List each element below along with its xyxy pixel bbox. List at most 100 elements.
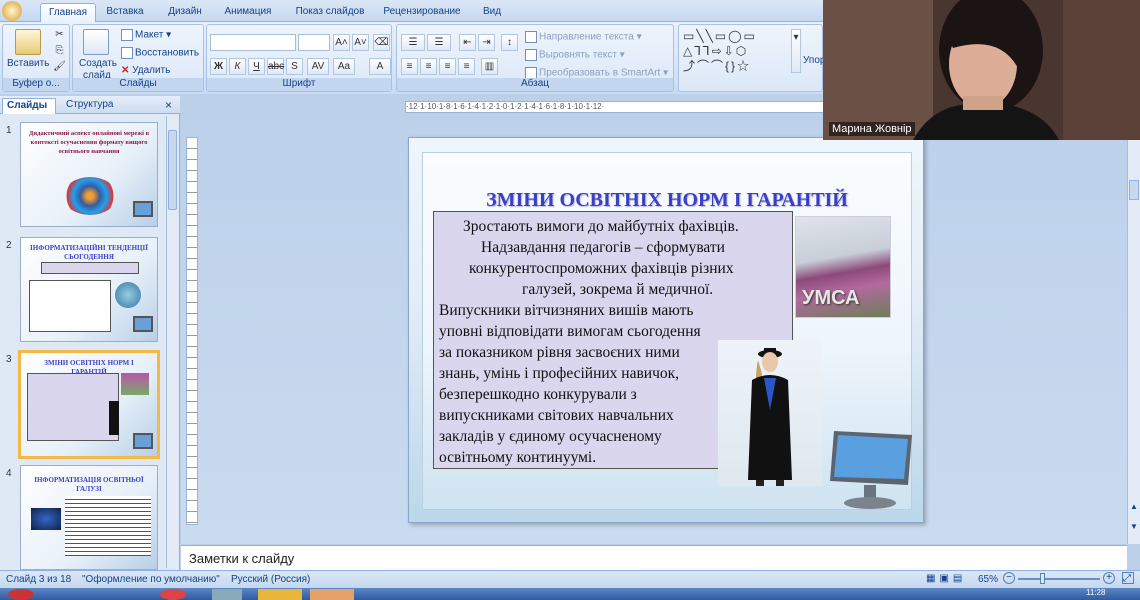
close-panel-icon[interactable]: ×	[165, 98, 172, 112]
taskbar-app[interactable]	[160, 589, 186, 600]
paste-button[interactable]: Вставить	[7, 58, 49, 69]
text-direction-label: Направление текста	[539, 31, 634, 43]
tab-review[interactable]: Рецензирование	[378, 3, 466, 22]
start-button[interactable]	[8, 589, 34, 600]
zoom-level[interactable]: 65%	[978, 574, 998, 585]
case-button[interactable]: Aa	[333, 58, 355, 75]
taskbar-app[interactable]	[258, 589, 302, 600]
office-button[interactable]	[2, 1, 22, 21]
next-slide-icon[interactable]: ▼▼	[1130, 522, 1140, 531]
tab-outline[interactable]: Структура	[66, 99, 113, 110]
participant-video[interactable]	[823, 0, 1140, 140]
tab-animation[interactable]: Анимация	[218, 3, 278, 22]
format-painter-icon[interactable]: 🖌	[51, 59, 68, 76]
align-right-button[interactable]: ≡	[439, 58, 456, 75]
decrease-indent-button[interactable]: ⇤	[459, 34, 476, 51]
font-color-button[interactable]: A	[369, 58, 391, 75]
bullets-button[interactable]: ☰	[401, 34, 425, 51]
thumbnail-title: Дидактичний аспект онлайнові мережі в ко…	[28, 130, 150, 155]
thumbnail-title: ІНФОРМАТИЗАЦІЯ ОСВІТНЬОЇ ГАЛУЗІ	[34, 476, 144, 493]
align-center-button[interactable]: ≡	[420, 58, 437, 75]
slide-thumbnail-3[interactable]: ЗМІНИ ОСВІТНІХ НОРМ І ГАРАНТІЙ	[18, 350, 160, 459]
umsa-sign: УМСА	[802, 287, 860, 309]
paragraph-group: ☰ ☰ ⇤ ⇥ ↕ ≡ ≡ ≡ ≡ ▥ Направление текста ▾…	[396, 24, 674, 92]
panel-tabs: Слайды Структура ×	[0, 96, 180, 114]
delete-slide-button[interactable]: ✕ Удалить	[121, 65, 170, 76]
scroll-thumb[interactable]	[1129, 180, 1139, 200]
delete-icon: ✕	[121, 65, 130, 76]
tab-insert[interactable]: Вставка	[100, 3, 150, 22]
slide-text-line: безперешкодно конкурували з	[439, 386, 637, 403]
monitor-image[interactable]	[826, 427, 916, 513]
spacing-button[interactable]: AV	[307, 58, 329, 75]
cut-icon[interactable]: ✂	[51, 27, 68, 44]
graduate-image[interactable]	[718, 340, 822, 486]
taskbar-app[interactable]	[212, 589, 242, 600]
shapes-gallery[interactable]: ▭╲╲▭◯▭ △⅂⅂⇨⇩⬡ ⤴⌒⌒{}☆	[683, 29, 789, 77]
thumbnail-image	[121, 373, 149, 395]
canvas-scrollbar[interactable]: ▲▲ ▼▼	[1127, 96, 1140, 544]
text-direction-button[interactable]: Направление текста ▾	[525, 31, 642, 43]
slide-text-line: галузей, зокрема й медичної.	[522, 281, 714, 298]
shrink-font-button[interactable]: A˅	[352, 34, 369, 51]
view-buttons[interactable]: ▦▣▤	[926, 573, 966, 584]
bold-button[interactable]: Ж	[210, 58, 227, 75]
font-name-input[interactable]	[210, 34, 296, 51]
slide-thumbnail-1[interactable]: Дидактичний аспект онлайнові мережі в ко…	[20, 122, 158, 227]
strike-button[interactable]: abc	[267, 58, 284, 75]
tab-slideshow[interactable]: Показ слайдов	[288, 3, 372, 22]
prev-slide-icon[interactable]: ▲▲	[1130, 502, 1140, 511]
slide-thumbnail-4[interactable]: ІНФОРМАТИЗАЦІЯ ОСВІТНЬОЇ ГАЛУЗІ	[20, 465, 158, 570]
font-size-input[interactable]	[298, 34, 330, 51]
underline-button[interactable]: Ч	[248, 58, 265, 75]
layout-button[interactable]: Макет ▾	[121, 29, 171, 41]
grow-font-button[interactable]: A˄	[333, 34, 350, 51]
slides-group: Создать слайд Макет ▾ Восстановить ✕ Уда…	[72, 24, 204, 92]
tab-home[interactable]: Главная	[40, 3, 96, 22]
taskbar-app[interactable]	[310, 589, 354, 600]
clear-format-button[interactable]: ⌫	[373, 34, 390, 51]
reset-button[interactable]: Восстановить	[121, 47, 199, 59]
zoom-slider-thumb[interactable]	[1040, 573, 1045, 584]
line-spacing-button[interactable]: ↕	[501, 34, 518, 51]
shadow-button[interactable]: S	[286, 58, 303, 75]
tab-slides[interactable]: Слайды	[2, 98, 56, 114]
copy-icon[interactable]: ⎘	[51, 43, 68, 60]
scroll-thumb[interactable]	[168, 130, 177, 210]
smartart-label: Преобразовать в SmartArt	[539, 67, 661, 79]
slide-title[interactable]: ЗМІНИ ОСВІТНІХ НОРМ І ГАРАНТІЙ	[423, 189, 911, 212]
align-text-button[interactable]: Выровнять текст ▾	[525, 49, 625, 61]
numbering-button[interactable]: ☰	[427, 34, 451, 51]
thumbnail-title: ІНФОРМАТИЗАЦІЙНІ ТЕНДЕНЦІЇ СЬОГОДЕННЯ	[30, 244, 148, 261]
justify-button[interactable]: ≡	[458, 58, 475, 75]
new-slide-button[interactable]: Создать	[79, 58, 117, 69]
zoom-in-icon[interactable]: +	[1103, 572, 1115, 584]
zoom-slider[interactable]	[1018, 573, 1100, 584]
slide-text-line: за показником рівня засвоєних ними	[439, 344, 680, 361]
panel-scrollbar[interactable]	[166, 116, 178, 568]
new-slide-icon[interactable]	[83, 29, 109, 55]
status-bar: Слайд 3 из 18 "Оформление по умолчанию" …	[0, 570, 1140, 588]
slide-text-line: випускниками світових навчальних	[439, 407, 674, 424]
thumbnail-textbox	[29, 280, 111, 332]
globe-image	[115, 282, 141, 308]
paste-icon[interactable]	[15, 29, 41, 55]
tab-design[interactable]: Дизайн	[160, 3, 210, 22]
notes-field[interactable]: Заметки к слайду	[181, 545, 1127, 570]
clock: 11:28	[1086, 588, 1106, 597]
slide-text-line: конкурентоспроможних фахівців різних	[469, 260, 734, 277]
slide-text-line: уповні відповідати вимогам сьогодення	[439, 323, 701, 340]
slide-thumbnail-2[interactable]: ІНФОРМАТИЗАЦІЙНІ ТЕНДЕНЦІЇ СЬОГОДЕННЯ	[20, 237, 158, 342]
gallery-scroll-button[interactable]: ▾	[791, 29, 801, 73]
zoom-out-icon[interactable]: −	[1003, 572, 1015, 584]
increase-indent-button[interactable]: ⇥	[478, 34, 495, 51]
language-indicator[interactable]: Русский (Россия)	[231, 574, 310, 585]
slides-group-label: Слайды	[73, 78, 203, 91]
italic-button[interactable]: К	[229, 58, 246, 75]
align-left-button[interactable]: ≡	[401, 58, 418, 75]
fit-window-icon[interactable]: ⤢	[1122, 572, 1134, 584]
columns-button[interactable]: ▥	[481, 58, 498, 75]
theme-name[interactable]: "Оформление по умолчанию"	[82, 574, 220, 585]
umsa-building-image[interactable]: УМСА	[795, 216, 891, 318]
tab-view[interactable]: Вид	[475, 3, 509, 22]
